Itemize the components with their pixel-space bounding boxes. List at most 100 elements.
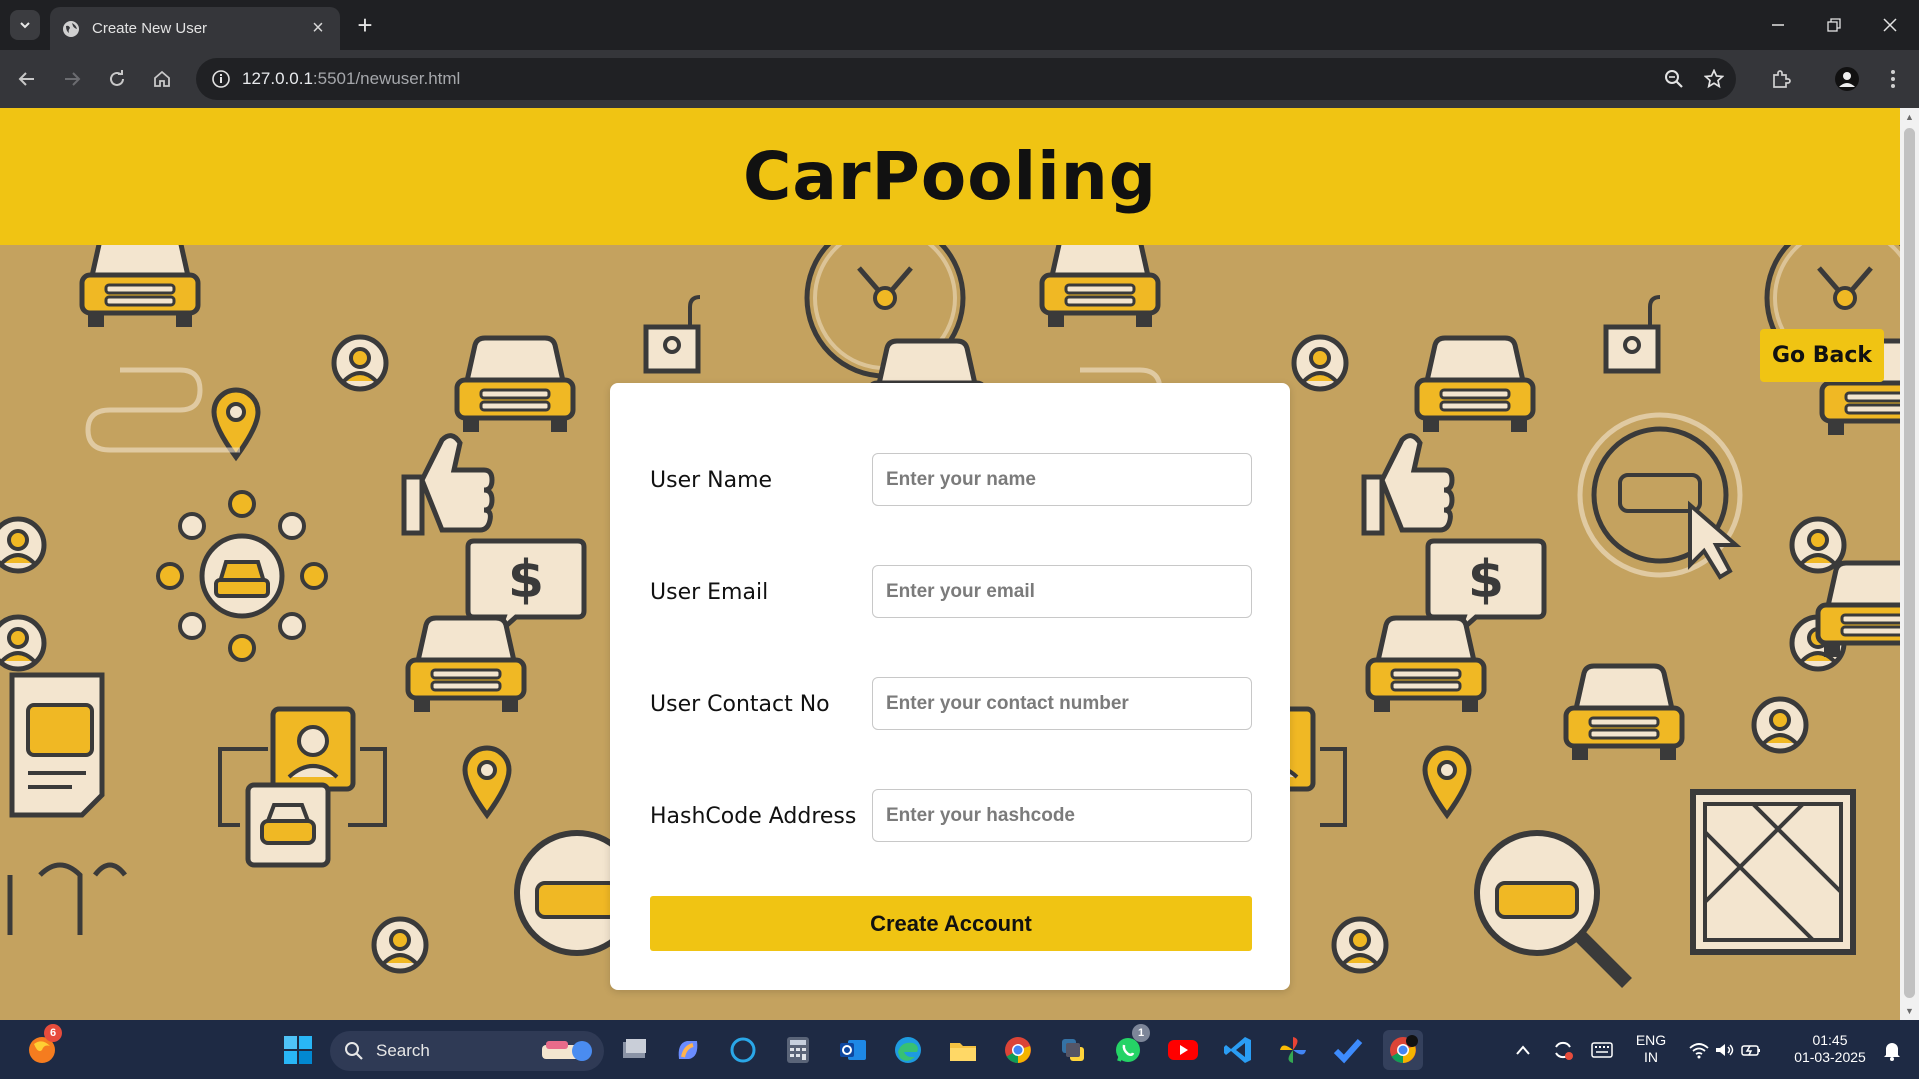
copilot-icon xyxy=(678,1041,698,1059)
notifications-button[interactable] xyxy=(1872,1030,1912,1070)
sync-tray-button[interactable] xyxy=(1543,1030,1583,1070)
site-info-button[interactable] xyxy=(206,64,236,94)
youtube-button[interactable] xyxy=(1163,1030,1203,1070)
scroll-up-arrow-icon[interactable]: ▲ xyxy=(1904,112,1915,122)
photos-button[interactable] xyxy=(1273,1030,1313,1070)
search-icon xyxy=(345,1042,363,1060)
extensions-button[interactable] xyxy=(1764,62,1798,96)
tab-search-button[interactable] xyxy=(10,10,40,40)
star-icon xyxy=(1704,69,1724,89)
region-code: IN xyxy=(1644,1049,1658,1065)
checkmark-icon xyxy=(1333,1039,1363,1064)
url-text[interactable]: 127.0.0.1:5501/newuser.html xyxy=(242,69,460,89)
kebab-menu-icon xyxy=(1891,70,1895,88)
windows-logo-icon xyxy=(284,1036,312,1064)
clock-display[interactable]: 01:45 01-03-2025 xyxy=(1785,1032,1875,1066)
close-window-button[interactable] xyxy=(1862,0,1918,50)
contact-no-label: User Contact No xyxy=(650,692,830,717)
url-path: :5501/newuser.html xyxy=(312,69,461,88)
chrome-taskbar-button[interactable] xyxy=(998,1030,1038,1070)
close-tab-icon[interactable]: × xyxy=(304,15,332,43)
user-email-label: User Email xyxy=(650,580,769,605)
taskbar-search-box[interactable]: Search xyxy=(330,1031,604,1071)
calculator-icon xyxy=(787,1037,809,1063)
home-icon xyxy=(154,70,170,87)
tab-title: Create New User xyxy=(92,20,208,37)
bookmark-button[interactable] xyxy=(1699,64,1729,94)
zoom-button[interactable] xyxy=(1659,64,1689,94)
task-view-button[interactable] xyxy=(614,1030,654,1070)
puzzle-icon xyxy=(1773,70,1791,88)
create-account-button[interactable]: Create Account xyxy=(650,896,1252,951)
minimize-button[interactable] xyxy=(1750,0,1806,50)
keyboard-tray-button[interactable] xyxy=(1582,1030,1622,1070)
cortana-button[interactable] xyxy=(723,1030,763,1070)
hashcode-label: HashCode Address xyxy=(650,804,857,829)
edge-button[interactable] xyxy=(888,1030,928,1070)
search-highlight-icon xyxy=(542,1041,592,1061)
scrollbar-thumb[interactable] xyxy=(1904,128,1915,998)
firefox-notification-badge: 6 xyxy=(44,1024,62,1042)
bell-icon xyxy=(1884,1043,1900,1061)
pinwheel-icon xyxy=(1280,1037,1306,1063)
browser-menu-button[interactable] xyxy=(1876,62,1910,96)
restore-icon xyxy=(1827,18,1841,32)
user-name-input[interactable] xyxy=(872,453,1252,506)
profile-button[interactable] xyxy=(1830,62,1864,96)
arrow-right-icon xyxy=(65,72,81,86)
page-scrollbar[interactable]: ▲ ▼ xyxy=(1900,108,1919,1020)
browser-tab-bar: Create New User × + xyxy=(0,0,1919,50)
brand-title: CarPooling xyxy=(742,138,1158,215)
contact-no-input[interactable] xyxy=(872,677,1252,730)
folder-icon xyxy=(950,1043,976,1061)
chrome-active-button[interactable] xyxy=(1383,1030,1423,1070)
scroll-down-arrow-icon[interactable]: ▼ xyxy=(1904,1006,1915,1016)
form-row-contact-no: User Contact No xyxy=(650,677,1252,731)
whatsapp-button[interactable]: 1 xyxy=(1108,1024,1150,1070)
language-indicator[interactable]: ENG IN xyxy=(1630,1032,1672,1066)
task-view-icon xyxy=(623,1039,646,1058)
user-email-input[interactable] xyxy=(872,565,1252,618)
todo-button[interactable] xyxy=(1328,1030,1368,1070)
start-button[interactable] xyxy=(278,1030,318,1070)
outlook-button[interactable] xyxy=(833,1030,873,1070)
reload-button[interactable] xyxy=(100,62,134,96)
go-back-button[interactable]: Go Back xyxy=(1760,329,1884,382)
vscode-button[interactable] xyxy=(1218,1030,1258,1070)
form-row-user-email: User Email xyxy=(650,565,1252,619)
hashcode-input[interactable] xyxy=(872,789,1252,842)
time-text: 01:45 xyxy=(1812,1032,1848,1048)
chrome-profile-icon xyxy=(1390,1035,1418,1064)
restore-button[interactable] xyxy=(1806,0,1862,50)
arrow-left-icon xyxy=(18,72,34,86)
forward-button[interactable] xyxy=(55,62,89,96)
cortana-circle-icon xyxy=(730,1037,756,1063)
zoom-icon xyxy=(1665,70,1683,88)
language-code: ENG xyxy=(1635,1032,1667,1048)
site-header: CarPooling xyxy=(0,108,1900,245)
browser-tab-active[interactable]: Create New User × xyxy=(50,7,340,50)
youtube-icon xyxy=(1168,1040,1198,1060)
back-button[interactable] xyxy=(10,62,44,96)
close-icon xyxy=(1883,18,1897,32)
show-hidden-icons-button[interactable] xyxy=(1503,1030,1543,1070)
network-volume-battery-tray[interactable] xyxy=(1680,1030,1770,1070)
page-viewport: CarPooling $ xyxy=(0,108,1900,1020)
windows-taskbar: 6 Search 1 ENG IN 01:45 01-03-2025 xyxy=(0,1020,1919,1079)
form-row-user-name: User Name xyxy=(650,453,1252,507)
firefox-taskbar-button[interactable]: 6 xyxy=(22,1024,62,1070)
file-explorer-button[interactable] xyxy=(943,1030,983,1070)
battery-icon xyxy=(1741,1045,1760,1056)
user-name-label: User Name xyxy=(650,468,773,493)
chrome-icon xyxy=(1005,1037,1031,1064)
python-button[interactable] xyxy=(1053,1030,1093,1070)
calculator-button[interactable] xyxy=(778,1030,818,1070)
edge-icon xyxy=(895,1037,921,1063)
new-tab-button[interactable]: + xyxy=(350,10,380,40)
address-bar[interactable]: 127.0.0.1:5501/newuser.html xyxy=(196,58,1736,100)
browser-toolbar: 127.0.0.1:5501/newuser.html xyxy=(0,50,1919,108)
copilot-button[interactable] xyxy=(668,1030,708,1070)
home-button[interactable] xyxy=(145,62,179,96)
python-icon xyxy=(1062,1039,1084,1061)
form-row-hashcode: HashCode Address xyxy=(650,789,1252,843)
